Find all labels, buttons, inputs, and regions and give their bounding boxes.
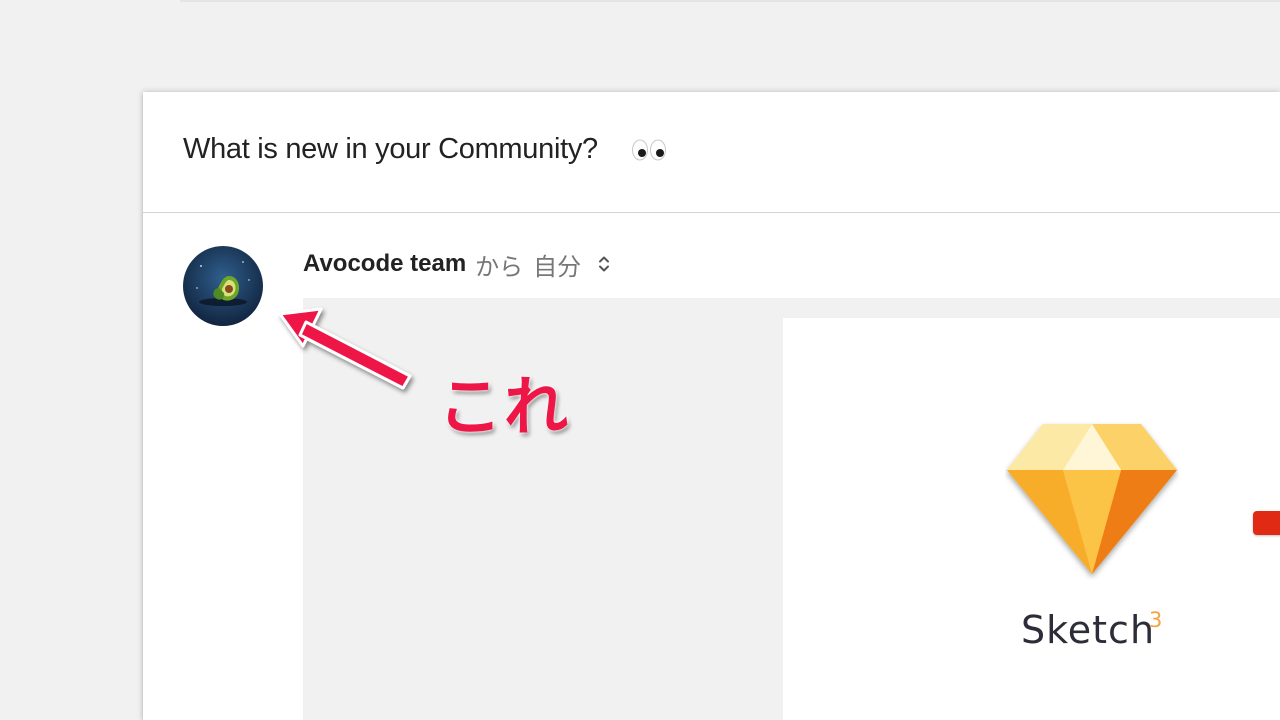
email-card: What is new in your Community? Avocode t… — [143, 92, 1280, 720]
red-badge — [1253, 511, 1280, 535]
up-down-chevron-icon[interactable] — [597, 253, 611, 275]
sender-avatar[interactable] — [183, 246, 263, 326]
sender-line: Avocode team から 自分 — [303, 248, 611, 281]
sketch-version: 3 — [1149, 608, 1163, 632]
sender-name[interactable]: Avocode team — [303, 250, 466, 278]
annotation-label: これ — [438, 371, 570, 443]
eyes-emoji-icon — [632, 139, 666, 161]
sender-from-label: から — [475, 253, 524, 281]
newsletter-content: Sketch 3 — [783, 318, 1280, 720]
email-subject: What is new in your Community? — [183, 133, 598, 165]
avocado-logo-icon — [183, 246, 263, 326]
subject-header: What is new in your Community? — [143, 92, 1280, 213]
sketch-product-name: Sketch — [1021, 608, 1156, 652]
red-arrow-icon — [278, 307, 412, 390]
recipient-label: 自分 — [533, 253, 582, 281]
top-strip — [180, 0, 1280, 2]
sketch-diamond-icon — [1007, 424, 1177, 574]
